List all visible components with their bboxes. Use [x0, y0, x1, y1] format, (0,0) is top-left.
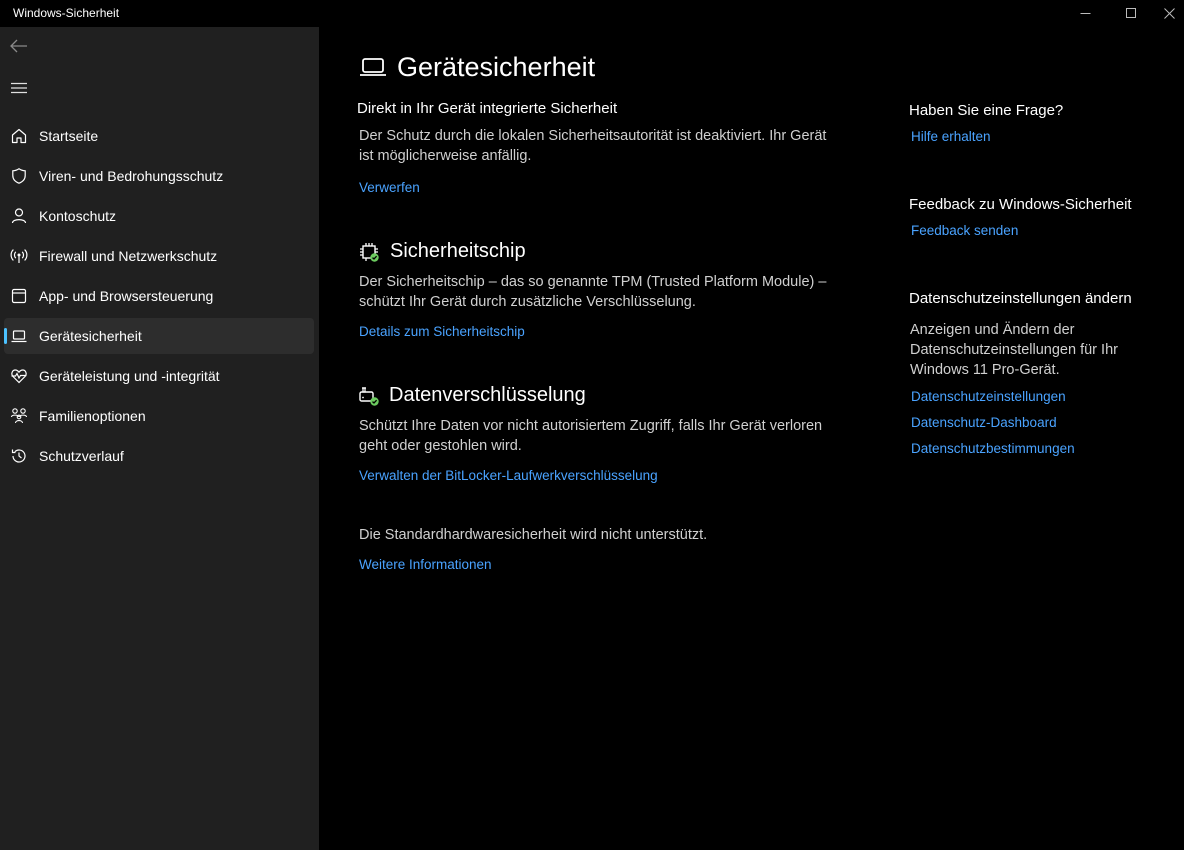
hamburger-icon	[11, 82, 27, 94]
sidebar-item-label: Schutzverlauf	[39, 448, 124, 464]
security-chip-text-line1: Der Sicherheitschip – das so genannte TP…	[359, 274, 827, 290]
laptop-icon	[11, 330, 27, 343]
feedback-heading: Feedback zu Windows-Sicherheit	[909, 196, 1132, 213]
core-security-text-line1: Der Schutz durch die lokalen Sicherheits…	[359, 128, 827, 144]
family-icon	[10, 408, 28, 424]
back-arrow-icon	[10, 39, 27, 53]
dismiss-link[interactable]: Verwerfen	[359, 180, 420, 195]
hardware-security-status: Die Standardhardwaresicherheit wird nich…	[359, 527, 708, 543]
privacy-text-line3: Windows 11 Pro-Gerät.	[910, 362, 1060, 378]
privacy-statement-link[interactable]: Datenschutzbestimmungen	[911, 441, 1075, 456]
security-chip-details-link[interactable]: Details zum Sicherheitschip	[359, 324, 525, 339]
sidebar-item-label: Viren- und Bedrohungsschutz	[39, 168, 224, 184]
maximize-button[interactable]	[1108, 0, 1154, 27]
history-icon	[11, 449, 26, 463]
security-chip-heading: Sicherheitschip	[390, 240, 526, 262]
privacy-heading: Datenschutzeinstellungen ändern	[909, 290, 1132, 307]
title-bar: Windows-Sicherheit	[0, 0, 1184, 27]
more-info-link[interactable]: Weitere Informationen	[359, 557, 492, 572]
sidebar-item-schutzverlauf[interactable]: Schutzverlauf	[4, 438, 314, 474]
antenna-icon	[10, 249, 28, 263]
main-content: Gerätesicherheit Direkt in Ihr Gerät int…	[319, 27, 1184, 850]
sidebar-item-geraetesicherheit[interactable]: Gerätesicherheit	[4, 318, 314, 354]
heart-pulse-icon	[11, 369, 27, 384]
menu-button[interactable]	[10, 81, 28, 95]
sidebar-item-familienoptionen[interactable]: Familienoptionen	[4, 398, 314, 434]
sidebar-item-kontoschutz[interactable]: Kontoschutz	[4, 198, 314, 234]
privacy-text-line2: Datenschutzeinstellungen für Ihr	[910, 342, 1118, 358]
bitlocker-manage-link[interactable]: Verwalten der BitLocker-Laufwerkverschlü…	[359, 468, 658, 483]
sidebar-item-label: App- und Browsersteuerung	[39, 288, 214, 304]
sidebar: Startseite Viren- und Bedrohungsschutz K…	[0, 27, 319, 850]
shield-icon	[12, 168, 26, 184]
core-security-text-line2: ist möglicherweise anfällig.	[359, 148, 532, 164]
active-indicator	[4, 328, 7, 344]
chip-icon	[360, 243, 379, 262]
send-feedback-link[interactable]: Feedback senden	[911, 223, 1018, 238]
minimize-button[interactable]	[1062, 0, 1108, 27]
get-help-link[interactable]: Hilfe erhalten	[911, 129, 991, 144]
privacy-dashboard-link[interactable]: Datenschutz-Dashboard	[911, 415, 1057, 430]
data-encryption-text-line1: Schützt Ihre Daten vor nicht autorisiert…	[359, 418, 823, 434]
sidebar-item-viren[interactable]: Viren- und Bedrohungsschutz	[4, 158, 314, 194]
security-chip-text-line2: schützt Ihr Gerät durch zusätzliche Vers…	[359, 294, 696, 310]
privacy-text-line1: Anzeigen und Ändern der	[910, 322, 1075, 338]
sidebar-item-app-browser[interactable]: App- und Browsersteuerung	[4, 278, 314, 314]
sidebar-item-label: Startseite	[39, 128, 99, 144]
sidebar-item-label: Familienoptionen	[39, 408, 146, 424]
core-security-heading: Direkt in Ihr Gerät integrierte Sicherhe…	[357, 100, 618, 117]
sidebar-item-startseite[interactable]: Startseite	[4, 118, 314, 154]
home-icon	[11, 128, 27, 144]
drive-encryption-icon	[359, 387, 379, 406]
sidebar-item-firewall[interactable]: Firewall und Netzwerkschutz	[4, 238, 314, 274]
maximize-icon	[1126, 8, 1136, 18]
data-encryption-heading: Datenverschlüsselung	[389, 384, 586, 406]
close-button[interactable]	[1152, 0, 1184, 27]
sidebar-item-geraeteleistung[interactable]: Geräteleistung und -integrität	[4, 358, 314, 394]
sidebar-item-label: Firewall und Netzwerkschutz	[39, 248, 218, 264]
sidebar-item-label: Kontoschutz	[39, 208, 117, 224]
question-heading: Haben Sie eine Frage?	[909, 102, 1064, 119]
privacy-settings-link[interactable]: Datenschutzeinstellungen	[911, 389, 1066, 404]
browser-window-icon	[11, 288, 27, 304]
page-title: Gerätesicherheit	[397, 52, 596, 82]
close-icon	[1164, 8, 1175, 19]
window-title: Windows-Sicherheit	[13, 6, 120, 20]
person-icon	[11, 208, 27, 224]
sidebar-item-label: Geräteleistung und -integrität	[39, 368, 220, 384]
sidebar-item-label: Gerätesicherheit	[39, 328, 142, 344]
minimize-icon	[1080, 13, 1091, 14]
data-encryption-text-line2: geht oder gestohlen wird.	[359, 438, 522, 454]
laptop-icon	[360, 58, 386, 76]
back-button[interactable]	[9, 38, 31, 56]
